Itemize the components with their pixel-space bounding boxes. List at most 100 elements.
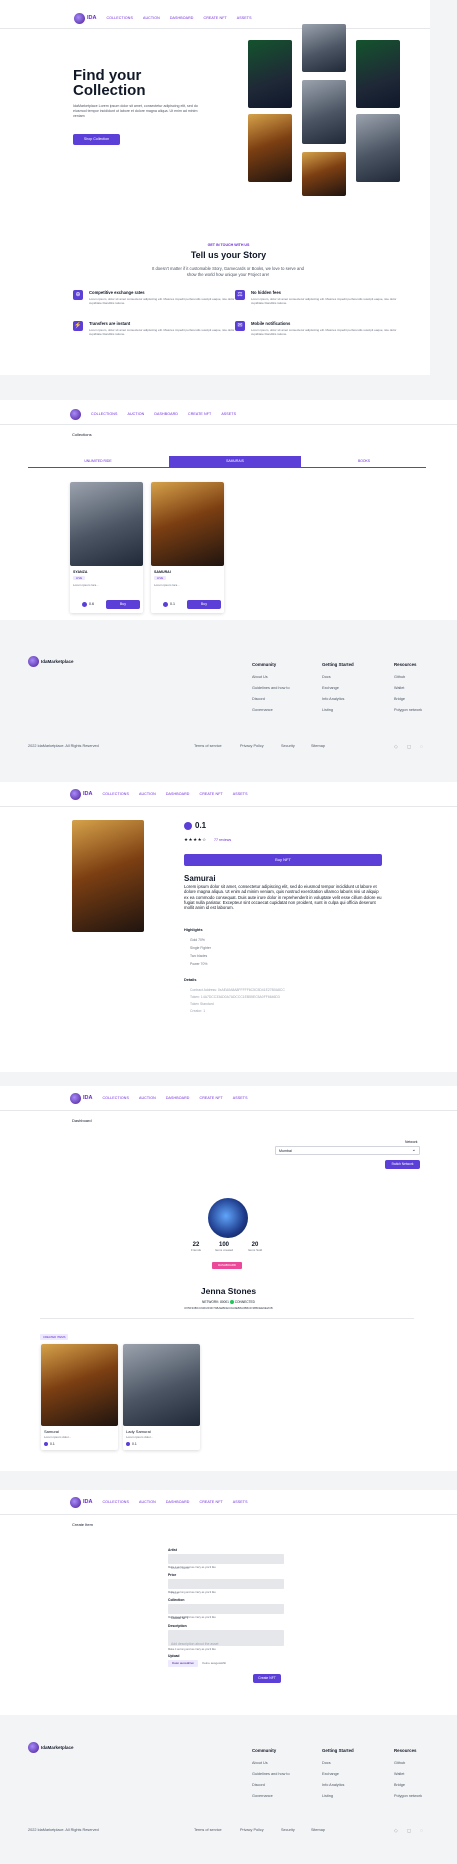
footer-link-exchange[interactable]: Exchange: [322, 1772, 354, 1776]
nav-assets[interactable]: ASSETS: [233, 1096, 248, 1100]
nav-dashboard[interactable]: DASHBOARD: [166, 792, 190, 796]
nav-dashboard[interactable]: DASHBOARD: [166, 1096, 190, 1100]
logo-3[interactable]: IDA: [70, 788, 92, 800]
footer-link-listing[interactable]: Listing: [322, 708, 354, 712]
footer-link-governance[interactable]: Governance: [252, 1794, 290, 1798]
collection-input[interactable]: Global NFT: [168, 1604, 284, 1620]
footer-link-analytics[interactable]: Info Analytics: [322, 1783, 354, 1787]
footer-privacy[interactable]: Privacy Policy: [240, 744, 264, 748]
footer-link-governance[interactable]: Governance: [252, 708, 290, 712]
choose-file-button[interactable]: Datei auswählen: [168, 1659, 199, 1667]
footer-link-listing[interactable]: Listing: [322, 1794, 354, 1798]
footer-link-bridge[interactable]: Bridge: [394, 1783, 422, 1787]
footer-link-about[interactable]: About Us: [252, 675, 290, 679]
tab-unlimited-ride[interactable]: UNLIMITED RIDE: [28, 459, 168, 463]
nav-auction[interactable]: AUCTION: [139, 792, 156, 796]
footer-link-discord[interactable]: Discord: [252, 1783, 290, 1787]
footer-link-docs[interactable]: Docs: [322, 1761, 354, 1765]
detail-token: Token: 14A7DCC33AD0A7ADCCC1EB55EC5A0FF66…: [190, 995, 280, 999]
price-input[interactable]: Price: [168, 1579, 284, 1595]
create-nft-button[interactable]: Create NFT: [253, 1674, 281, 1683]
nav-collections[interactable]: COLLECTIONS: [102, 1500, 128, 1504]
collection-tabs: UNLIMITED RIDE SAMURAIS BOOKS: [28, 456, 426, 468]
logo-4[interactable]: IDA: [70, 1092, 92, 1104]
footer-link-guidelines[interactable]: Guidelines and how to: [252, 686, 290, 690]
nav-assets[interactable]: ASSETS: [237, 16, 252, 20]
nft-image-5[interactable]: [302, 152, 346, 196]
card-1-buy-button[interactable]: Buy: [106, 600, 140, 609]
logo[interactable]: IDA: [74, 12, 96, 24]
nav-assets[interactable]: ASSETS: [233, 1500, 248, 1504]
discord-icon[interactable]: ◌: [420, 1828, 423, 1834]
footer-terms[interactable]: Terms of service: [194, 1828, 222, 1832]
card-2-buy-button[interactable]: Buy: [187, 600, 221, 609]
footer-privacy[interactable]: Privacy Policy: [240, 1828, 264, 1832]
nft-image-1[interactable]: [248, 40, 292, 108]
footer-sitemap[interactable]: Sitemap: [311, 744, 325, 748]
footer-link-polygon[interactable]: Polygon network: [394, 1794, 422, 1798]
nav-collections[interactable]: COLLECTIONS: [91, 412, 117, 416]
nav-collections[interactable]: COLLECTIONS: [102, 1096, 128, 1100]
footer-sitemap[interactable]: Sitemap: [311, 1828, 325, 1832]
twitter-icon[interactable]: ◇: [394, 744, 398, 750]
footer-link-discord[interactable]: Discord: [252, 697, 290, 701]
footer-terms[interactable]: Terms of service: [194, 744, 222, 748]
footer-security[interactable]: Security: [281, 1828, 295, 1832]
nav-create-nft[interactable]: CREATE NFT: [200, 792, 223, 796]
collection-card-1[interactable]: SYANZA LIVE Lorem ipsum lora... 0.6 Buy: [70, 482, 143, 613]
dashboard-item-1[interactable]: Samurai Lorem ipsum dolor... 0.1: [41, 1344, 118, 1450]
nav-auction[interactable]: AUCTION: [139, 1096, 156, 1100]
nft-image-3[interactable]: [302, 24, 346, 72]
nft-image-4[interactable]: [302, 80, 346, 144]
footer-security[interactable]: Security: [281, 744, 295, 748]
tab-books[interactable]: BOOKS: [302, 459, 426, 463]
nav-dashboard[interactable]: DASHBOARD: [166, 1500, 190, 1504]
asset-name-input[interactable]: Asset Name: [168, 1554, 284, 1570]
nav-assets[interactable]: ASSETS: [221, 412, 236, 416]
instagram-icon[interactable]: ◻: [407, 1828, 411, 1834]
tab-samurais[interactable]: SAMURAIS: [169, 456, 301, 467]
discord-icon[interactable]: ◌: [420, 744, 423, 750]
nav-create-nft[interactable]: CREATE NFT: [200, 1096, 223, 1100]
footer-link-github[interactable]: Github: [394, 675, 422, 679]
nft-image-2[interactable]: [248, 114, 292, 182]
logo-2[interactable]: [70, 408, 81, 420]
nav-collections[interactable]: COLLECTIONS: [106, 16, 132, 20]
twitter-icon[interactable]: ◇: [394, 1828, 398, 1834]
nav-auction[interactable]: AUCTION: [143, 16, 160, 20]
footer-link-about[interactable]: About Us: [252, 1761, 290, 1765]
nav-assets[interactable]: ASSETS: [233, 792, 248, 796]
nav-create-nft[interactable]: CREATE NFT: [188, 412, 211, 416]
buy-nft-button[interactable]: Buy NFT: [184, 854, 382, 866]
nav-dashboard[interactable]: DASHBOARD: [170, 16, 194, 20]
shop-collection-button[interactable]: Shop Collection: [73, 134, 120, 145]
footer-link-github[interactable]: Github: [394, 1761, 422, 1765]
switch-network-button[interactable]: Switch Network: [385, 1160, 420, 1169]
dashboard-item-2[interactable]: Lady Samurai Lorem ipsum dolor... 0.1: [123, 1344, 200, 1450]
footer-logo[interactable]: IdaMarketplace: [28, 656, 74, 667]
footer-link-docs[interactable]: Docs: [322, 675, 354, 679]
footer-link-wallet[interactable]: Wallet: [394, 686, 422, 690]
nav-auction[interactable]: AUCTION: [127, 412, 144, 416]
footer-link-analytics[interactable]: Info Analytics: [322, 697, 354, 701]
nav-create-nft[interactable]: CREATE NFT: [200, 1500, 223, 1504]
nav-dashboard[interactable]: DASHBOARD: [154, 412, 178, 416]
network-select[interactable]: Mumbai ⌄: [275, 1146, 420, 1155]
logo-5[interactable]: IDA: [70, 1496, 92, 1508]
nft-image-6[interactable]: [356, 40, 400, 108]
nav-create-nft[interactable]: CREATE NFT: [204, 16, 227, 20]
nav-collections[interactable]: COLLECTIONS: [102, 792, 128, 796]
footer-link-polygon[interactable]: Polygon network: [394, 708, 422, 712]
collection-card-2[interactable]: SAMURAI LIVE Lorem ipsum lora... 0.1 Buy: [151, 482, 224, 613]
footer-link-guidelines[interactable]: Guidelines and how to: [252, 1772, 290, 1776]
footer-link-exchange[interactable]: Exchange: [322, 686, 354, 690]
footer-link-bridge[interactable]: Bridge: [394, 697, 422, 701]
nav-auction[interactable]: AUCTION: [139, 1500, 156, 1504]
description-textarea[interactable]: Add description about the asset: [168, 1629, 284, 1646]
avatar: [208, 1198, 248, 1238]
nft-image-7[interactable]: [356, 114, 400, 182]
instagram-icon[interactable]: ◻: [407, 744, 411, 750]
footer-link-wallet[interactable]: Wallet: [394, 1772, 422, 1776]
reviews-link[interactable]: 77 reviews: [214, 838, 231, 842]
footer-logo[interactable]: IdaMarketplace: [28, 1742, 74, 1753]
